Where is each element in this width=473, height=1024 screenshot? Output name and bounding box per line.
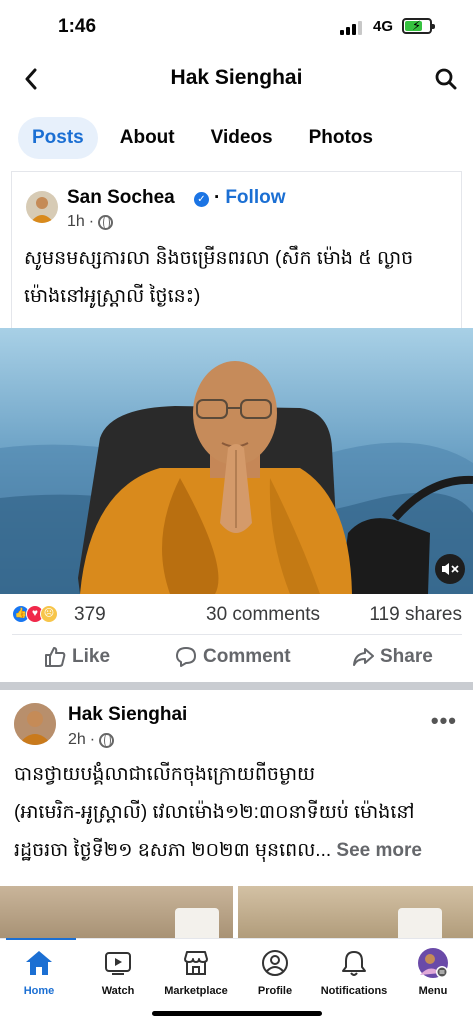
post-meta: 2h ·	[68, 731, 115, 749]
nav-label: Profile	[257, 985, 293, 997]
nav-marketplace[interactable]: Marketplace	[151, 947, 241, 997]
post-text-line: សូមនមស្សការលា និងចម្រើនពរលា (សឹក ម៉ោង ៥ …	[24, 248, 414, 269]
meta-separator: ·	[88, 213, 95, 230]
post-text[interactable]: សូមនមស្សការលា និងចម្រើនពរលា (សឹក ម៉ោង ៥ …	[24, 240, 454, 316]
comments-count[interactable]: 30 comments	[206, 604, 320, 626]
watch-icon	[102, 947, 134, 979]
battery-icon: ⚡	[402, 18, 435, 34]
post-text-line: ម៉ោងនៅអូស្ត្រាលី ថ្ងៃនេះ)	[24, 286, 201, 307]
globe-icon	[98, 214, 114, 230]
post-text-line: បានថ្វាយបង្គំលាជាលើកចុងក្រោយពីចម្ងាយ	[14, 764, 316, 785]
comment-button[interactable]: Comment	[175, 646, 291, 668]
nav-notifications[interactable]: Notifications	[309, 947, 399, 997]
profile-tabs: Posts About Videos Photos	[18, 117, 395, 159]
post-text-line: (អាមេរិក-អូស្ត្រាលី) វេលាម៉ោង១២:៣០នាទីយប…	[14, 802, 415, 823]
post-photo[interactable]	[238, 886, 473, 938]
search-button[interactable]	[431, 64, 461, 94]
post-meta: 1h ·	[67, 213, 114, 231]
share-icon	[353, 648, 374, 666]
speaker-muted-icon	[442, 563, 459, 575]
tab-about[interactable]: About	[106, 117, 189, 159]
comment-icon	[176, 647, 196, 667]
nav-label: Watch	[101, 985, 135, 997]
page-header: Hak Sienghai	[0, 56, 473, 106]
search-icon	[435, 68, 457, 90]
signal-icon	[340, 21, 362, 35]
post-time: 2h	[68, 731, 86, 748]
reaction-icons[interactable]: 👍 ♥ ☹	[12, 605, 58, 623]
video-frame	[0, 328, 473, 594]
post-author-name[interactable]: San Sochea	[67, 187, 175, 209]
see-more-link[interactable]: See more	[336, 840, 422, 861]
home-indicator	[152, 1011, 322, 1016]
follow-button[interactable]: · Follow	[214, 187, 285, 209]
avatar[interactable]	[26, 191, 58, 223]
reactions-count[interactable]: 379	[74, 604, 106, 626]
share-button[interactable]: Share	[352, 646, 433, 668]
home-icon	[23, 947, 55, 979]
follow-label: Follow	[225, 187, 286, 208]
divider	[12, 634, 462, 635]
reaction-summary: 👍 ♥ ☹ 379 30 comments 119 shares	[12, 600, 462, 634]
tab-videos[interactable]: Videos	[197, 117, 287, 159]
globe-icon	[99, 732, 115, 748]
thumbs-up-icon	[45, 647, 66, 667]
shares-count[interactable]: 119 shares	[369, 604, 462, 626]
tab-photos[interactable]: Photos	[295, 117, 387, 159]
post-author-name[interactable]: Hak Sienghai	[68, 704, 187, 726]
status-bar: 1:46 4G ⚡	[0, 0, 473, 56]
post-photo[interactable]	[0, 886, 233, 938]
follow-separator: ·	[214, 187, 221, 208]
network-type: 4G	[373, 18, 394, 35]
tab-posts[interactable]: Posts	[18, 117, 98, 159]
nav-label: Marketplace	[164, 985, 228, 997]
nav-home[interactable]: Home	[0, 947, 84, 997]
status-time: 1:46	[58, 16, 97, 37]
nav-label: Menu	[418, 985, 448, 997]
active-tab-indicator	[6, 938, 76, 940]
menu-avatar-icon	[417, 947, 449, 979]
post-text-truncated: រដ្ឋចរចា ថ្ងៃទី២១ ឧសភា ២០២៣ មុនពេល...	[14, 840, 332, 861]
bell-icon	[338, 947, 370, 979]
nav-label: Home	[23, 985, 55, 997]
post-time: 1h	[67, 213, 85, 230]
avatar[interactable]	[14, 703, 56, 745]
mute-button[interactable]	[435, 554, 465, 584]
page-title: Hak Sienghai	[170, 66, 303, 89]
bottom-navigation: Home Watch Marketplace Profile Notificat…	[0, 938, 473, 1024]
post-video[interactable]	[0, 328, 473, 594]
nav-menu[interactable]: Menu	[388, 947, 473, 997]
verified-badge-icon: ✓	[194, 192, 209, 207]
nav-profile[interactable]: Profile	[230, 947, 320, 997]
comment-label: Comment	[203, 646, 291, 667]
post-text-line: រដ្ឋចរចា ថ្ងៃទី២១ ឧសភា ២០២៣ មុនពេល... Se…	[14, 832, 464, 870]
profile-icon	[259, 947, 291, 979]
section-separator	[0, 682, 473, 690]
more-options-button[interactable]: •••	[431, 708, 457, 734]
marketplace-icon	[180, 947, 212, 979]
like-label: Like	[72, 646, 111, 667]
post-text[interactable]: បានថ្វាយបង្គំលាជាលើកចុងក្រោយពីចម្ងាយ (អា…	[14, 756, 464, 870]
sad-reaction-icon: ☹	[40, 605, 58, 623]
nav-label: Notifications	[320, 985, 388, 997]
share-label: Share	[380, 646, 433, 667]
nav-watch[interactable]: Watch	[73, 947, 163, 997]
meta-separator: ·	[89, 731, 96, 748]
like-button[interactable]: Like	[44, 646, 110, 668]
post-photos[interactable]	[0, 886, 473, 938]
